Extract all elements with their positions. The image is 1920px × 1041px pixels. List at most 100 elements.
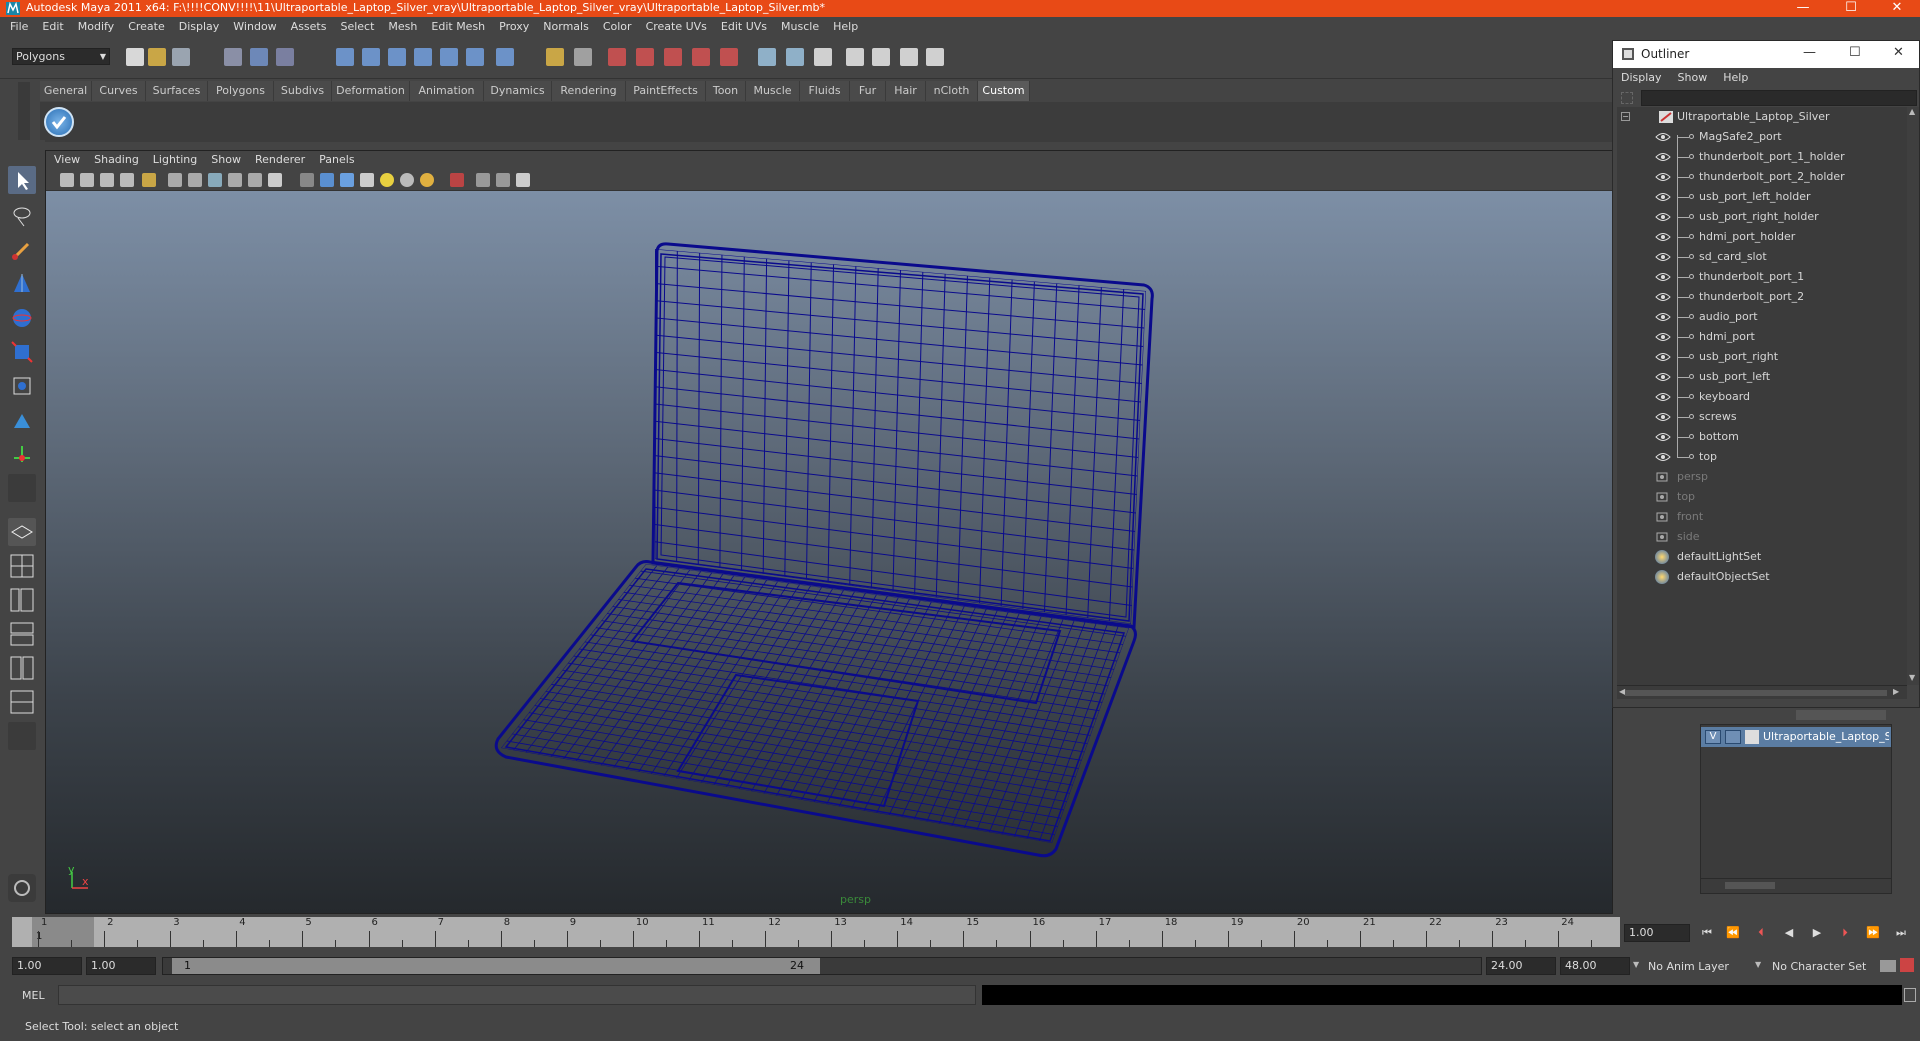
outliner-vertical-scrollbar[interactable]: ▲ ▼ [1907, 107, 1919, 685]
current-frame-field[interactable]: 1.00 [1624, 924, 1690, 942]
tab-animation[interactable]: Animation [410, 81, 484, 101]
layout-custom-pane-icon[interactable] [8, 688, 36, 716]
outliner-horizontal-scrollbar[interactable]: ◀ ▶ [1617, 685, 1907, 699]
all-lights-icon[interactable] [400, 173, 414, 187]
hypershade-icon[interactable] [692, 48, 710, 66]
save-scene-icon[interactable] [172, 48, 190, 66]
channel-box-icon[interactable] [814, 48, 832, 66]
settings-icon[interactable] [8, 874, 36, 902]
history-icon[interactable] [466, 48, 484, 66]
layout-four-icon[interactable] [872, 48, 890, 66]
tab-rendering[interactable]: Rendering [552, 81, 626, 101]
layout-outliner-icon[interactable] [900, 48, 918, 66]
render-current-icon[interactable] [608, 48, 626, 66]
gate-mask-icon[interactable] [228, 173, 242, 187]
layer-scroll-thumb[interactable] [1725, 882, 1775, 889]
command-language-label[interactable]: MEL [22, 989, 45, 1002]
close-button[interactable]: ✕ [1874, 0, 1920, 17]
menu-window[interactable]: Window [226, 17, 283, 37]
camera-select-icon[interactable] [60, 173, 74, 187]
menu-proxy[interactable]: Proxy [492, 17, 536, 37]
hud-icon[interactable] [516, 173, 530, 187]
tab-hair[interactable]: Hair [886, 81, 926, 101]
filter-icon[interactable] [1621, 92, 1633, 104]
outliner-row[interactable]: thunderbolt_port_1 [1617, 267, 1907, 287]
layout-extra-icon[interactable] [8, 722, 36, 750]
step-forward-key-button[interactable]: ⏩ [1862, 924, 1884, 942]
tab-custom[interactable]: Custom [978, 81, 1030, 101]
playback-end-field[interactable]: 24.00 [1486, 957, 1556, 975]
scroll-down-arrow[interactable]: ▼ [1909, 673, 1915, 682]
soft-mod-icon[interactable] [8, 406, 36, 434]
output-ops-icon[interactable] [574, 48, 592, 66]
outliner-set-row[interactable]: defaultLightSet [1617, 547, 1907, 567]
layer-visibility-toggle[interactable]: V [1705, 730, 1721, 744]
play-backwards-button[interactable]: ◀ [1778, 924, 1800, 942]
outliner-filter-input[interactable] [1641, 90, 1917, 106]
default-lighting-icon[interactable] [380, 173, 394, 187]
range-slider-handle[interactable]: 1 24 [172, 958, 820, 974]
play-forwards-button[interactable]: ▶ [1806, 924, 1828, 942]
outliner-row[interactable]: hdmi_port [1617, 327, 1907, 347]
menu-color[interactable]: Color [596, 17, 639, 37]
lasso-tool-icon[interactable] [8, 202, 36, 230]
rotate-tool-icon[interactable] [8, 304, 36, 332]
menu-select[interactable]: Select [333, 17, 381, 37]
xray-icon[interactable] [360, 173, 374, 187]
menu-help[interactable]: Help [826, 17, 865, 37]
open-scene-icon[interactable] [148, 48, 166, 66]
grid-icon[interactable] [168, 173, 182, 187]
smooth-shade-icon[interactable] [320, 173, 334, 187]
go-to-start-button[interactable]: ⏮ [1696, 924, 1718, 942]
outliner-menu-help[interactable]: Help [1715, 68, 1756, 88]
render-view-icon[interactable] [720, 48, 738, 66]
select-component-icon[interactable] [276, 48, 294, 66]
paint-select-icon[interactable] [8, 236, 36, 264]
outliner-camera-row[interactable]: side [1617, 527, 1907, 547]
tab-toon[interactable]: Toon [706, 81, 746, 101]
layer-color-swatch[interactable] [1745, 730, 1759, 744]
outliner-row[interactable]: top [1617, 447, 1907, 467]
tab-subdivs[interactable]: Subdivs [274, 81, 332, 101]
image-plane-icon[interactable] [120, 173, 134, 187]
menu-modify[interactable]: Modify [71, 17, 121, 37]
shelf-menu-handle[interactable] [18, 82, 30, 140]
outliner-root-row[interactable]: − Ultraportable_Laptop_Silver [1617, 107, 1907, 127]
character-set-chevron-down-icon[interactable]: ▼ [1755, 960, 1761, 969]
show-manipulator-icon[interactable] [8, 440, 36, 468]
shadows-icon[interactable] [420, 173, 434, 187]
outliner-row[interactable]: thunderbolt_port_2_holder [1617, 167, 1907, 187]
viewport-menu-renderer[interactable]: Renderer [248, 151, 312, 169]
menu-create-uvs[interactable]: Create UVs [639, 17, 714, 37]
step-back-frame-button[interactable]: ⏴ [1750, 924, 1772, 942]
menu-set-selector[interactable]: Polygons ▼ [12, 48, 110, 65]
menu-muscle[interactable]: Muscle [774, 17, 826, 37]
tab-muscle[interactable]: Muscle [746, 81, 800, 101]
layout-single-pane-icon[interactable] [8, 518, 36, 546]
outliner-row[interactable]: usb_port_left [1617, 367, 1907, 387]
collapse-icon[interactable]: − [1621, 112, 1630, 121]
outliner-row[interactable]: thunderbolt_port_2 [1617, 287, 1907, 307]
resolution-gate-icon[interactable] [208, 173, 222, 187]
scroll-thumb[interactable] [1625, 690, 1887, 696]
tab-fluids[interactable]: Fluids [800, 81, 850, 101]
outliner-row[interactable]: keyboard [1617, 387, 1907, 407]
menu-file[interactable]: File [0, 17, 35, 37]
step-forward-frame-button[interactable]: ⏵ [1834, 924, 1856, 942]
snap-plane-icon[interactable] [414, 48, 432, 66]
tab-painteffects[interactable]: PaintEffects [626, 81, 706, 101]
snap-live-icon[interactable] [440, 48, 458, 66]
outliner-camera-row[interactable]: front [1617, 507, 1907, 527]
last-tool-icon[interactable] [8, 474, 36, 502]
character-set-selector[interactable]: No Character Set [1772, 960, 1866, 973]
anim-layer-chevron-down-icon[interactable]: ▼ [1633, 960, 1639, 969]
menu-assets[interactable]: Assets [284, 17, 334, 37]
outliner-row[interactable]: thunderbolt_port_1_holder [1617, 147, 1907, 167]
wireframe-on-shaded-icon[interactable] [340, 173, 354, 187]
viewport-menu-shading[interactable]: Shading [87, 151, 146, 169]
menu-edit[interactable]: Edit [35, 17, 70, 37]
xray-joints-icon[interactable] [476, 173, 490, 187]
layout-outliner-pane-icon[interactable] [8, 586, 36, 614]
tab-ncloth[interactable]: nCloth [926, 81, 978, 101]
outliner-row[interactable]: usb_port_left_holder [1617, 187, 1907, 207]
